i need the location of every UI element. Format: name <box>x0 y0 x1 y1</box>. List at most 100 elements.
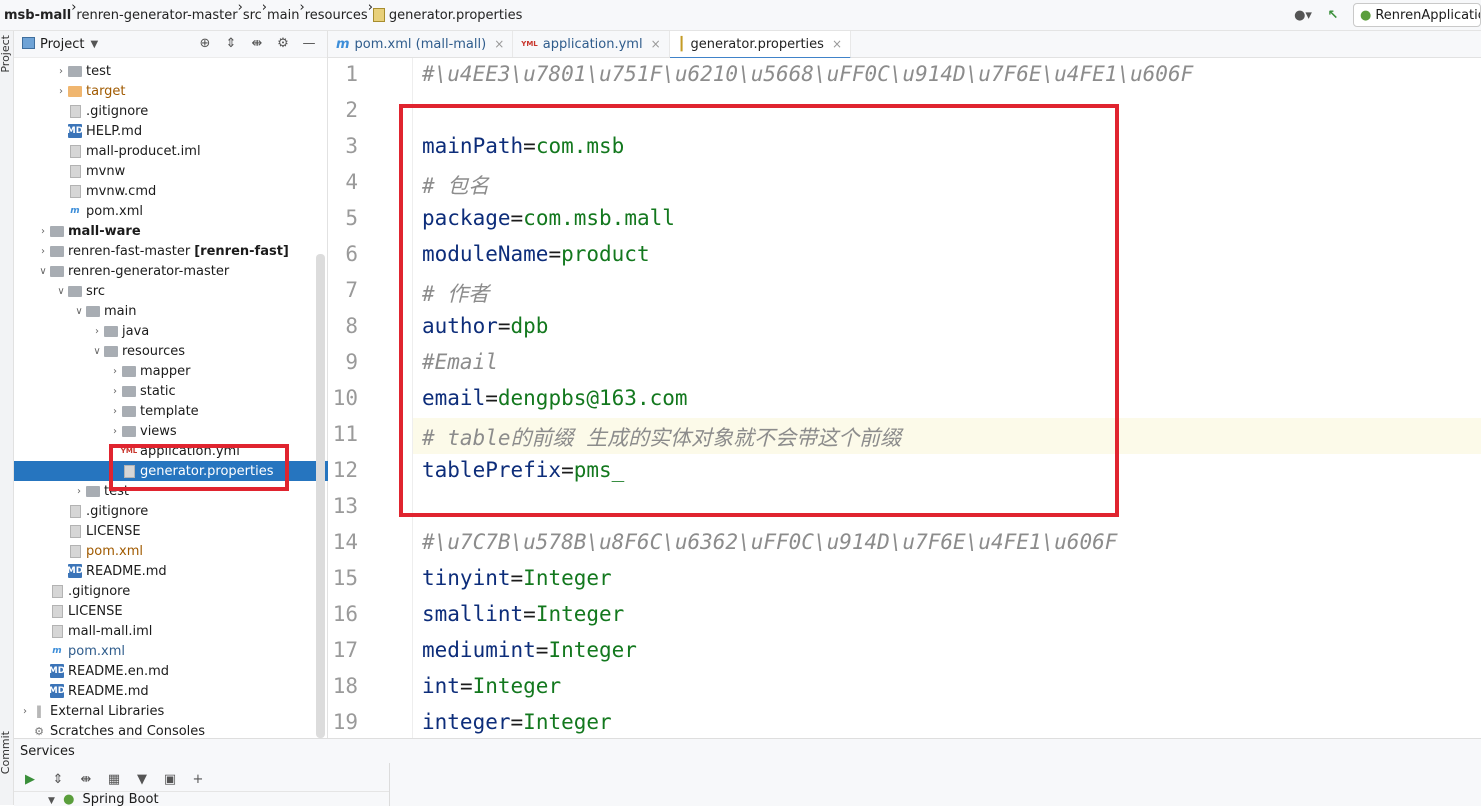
chevron-down-icon[interactable]: ∨ <box>36 266 50 277</box>
tree-item[interactable]: MD README.md <box>14 681 349 701</box>
annotation-box-project <box>109 444 289 491</box>
editor-tab[interactable]: m pom.xml (mall-mall) × <box>328 31 514 57</box>
tree-item-label: LICENSE <box>68 603 123 619</box>
chevron-down-icon[interactable]: ∨ <box>54 286 68 297</box>
expand-icon[interactable]: ⇕ <box>48 769 68 789</box>
collapse-icon[interactable]: ⇼ <box>76 769 96 789</box>
chevron-down-icon[interactable]: ▼ <box>90 39 98 50</box>
user-icon[interactable]: ●▾ <box>1291 3 1315 27</box>
folder-icon <box>50 224 64 238</box>
tree-item[interactable]: pom.xml <box>14 541 367 561</box>
gear-icon[interactable]: ⚙ <box>273 33 293 53</box>
hide-icon[interactable]: — <box>299 33 319 53</box>
tree-item[interactable]: mvnw <box>14 161 367 181</box>
code-line: int=Integer <box>422 674 561 698</box>
code-token: smallint <box>422 602 524 626</box>
code-token: Integer <box>523 566 612 590</box>
project-panel-title[interactable]: Project <box>40 37 84 52</box>
run-icon[interactable]: ▶ <box>20 769 40 789</box>
chevron-right-icon[interactable]: › <box>108 386 122 397</box>
close-icon[interactable]: × <box>494 37 504 51</box>
properties-file-icon: ┃ <box>677 36 686 52</box>
chevron-right-icon[interactable]: › <box>72 486 86 497</box>
tree-item[interactable]: › target <box>14 81 367 101</box>
commit-tool-button[interactable]: Commit <box>0 731 12 774</box>
tree-item-label: renren-fast-master <box>68 243 191 259</box>
tree-item-label: .gitignore <box>86 103 149 119</box>
tree-item[interactable]: m pom.xml <box>14 201 367 221</box>
chevron-right-icon[interactable]: › <box>54 86 68 97</box>
tree-item[interactable]: › ‖ External Libraries <box>14 701 331 721</box>
build-hammer-icon[interactable]: ↖ <box>1321 3 1345 27</box>
chevron-right-icon[interactable]: › <box>18 706 32 717</box>
breadcrumb-label: renren-generator-master <box>76 7 238 23</box>
chevron-down-icon[interactable]: ∨ <box>90 346 104 357</box>
toolbar-right: ●▾ ↖ ● RenrenApplicatio <box>1291 0 1481 30</box>
code-editor[interactable]: #\u4EE3\u7801\u751F\u6210\u5668\uFF0C\u9… <box>399 58 1481 738</box>
tree-item[interactable]: › test <box>14 61 367 81</box>
breadcrumb-item[interactable]: src <box>243 0 262 30</box>
tree-item[interactable]: › mall-ware <box>14 221 349 241</box>
close-icon[interactable]: × <box>651 37 661 51</box>
breadcrumb-item[interactable]: generator.properties <box>372 0 522 30</box>
add-icon[interactable]: + <box>188 769 208 789</box>
chevron-right-icon[interactable]: › <box>36 246 50 257</box>
editor-tab[interactable]: ┃ generator.properties × <box>669 31 852 59</box>
filter-icon[interactable]: ▼ <box>132 769 152 789</box>
tree-item[interactable]: LICENSE <box>14 601 349 621</box>
tree-item[interactable]: MD HELP.md <box>14 121 367 141</box>
tree-item[interactable]: ∨ src <box>14 281 367 301</box>
tree-item[interactable]: mvnw.cmd <box>14 181 367 201</box>
tree-item[interactable]: › renren-fast-master [renren-fast] <box>14 241 349 261</box>
code-token: pms_ <box>573 458 625 482</box>
collapse-all-icon[interactable]: ⇼ <box>247 33 267 53</box>
chevron-down-icon[interactable]: ∨ <box>72 306 86 317</box>
locate-icon[interactable]: ⊕ <box>195 33 215 53</box>
left-tool-strip: Project Commit <box>0 31 14 805</box>
breadcrumb-item[interactable]: msb-mall <box>0 0 71 30</box>
line-number: 8 <box>345 314 358 338</box>
line-number: 17 <box>332 638 358 662</box>
tree-item[interactable]: .gitignore <box>14 101 367 121</box>
tree-item-label: HELP.md <box>86 123 143 139</box>
tree-item[interactable]: mall-producet.iml <box>14 141 367 161</box>
tree-item[interactable]: MD README.en.md <box>14 661 349 681</box>
group-icon[interactable]: ▦ <box>104 769 124 789</box>
breadcrumb-item[interactable]: renren-generator-master <box>76 0 237 30</box>
chevron-right-icon[interactable]: › <box>108 406 122 417</box>
folder-icon <box>50 264 64 278</box>
chevron-right-icon[interactable]: › <box>108 426 122 437</box>
tree-item[interactable]: .gitignore <box>14 501 367 521</box>
layout-icon[interactable]: ▣ <box>160 769 180 789</box>
file-icon <box>68 524 82 538</box>
editor-tab[interactable]: YML application.yml × <box>513 31 670 57</box>
tree-item[interactable]: .gitignore <box>14 581 349 601</box>
code-token: #\u7C7B\u578B\u8F6C\u6362\uFF0C\u914D\u7… <box>422 530 1118 554</box>
chevron-right-icon[interactable]: › <box>90 326 104 337</box>
project-scrollbar[interactable] <box>316 254 325 738</box>
tree-item[interactable]: LICENSE <box>14 521 367 541</box>
line-number: 14 <box>332 530 358 554</box>
code-line: #Email <box>422 350 498 374</box>
services-panel: Services ▶ ⇕ ⇼ ▦ ▼ ▣ + ▼ ● Spring Boot <box>14 738 1481 807</box>
run-configuration-select[interactable]: ● RenrenApplicatio <box>1353 3 1481 27</box>
close-icon[interactable]: × <box>832 37 842 51</box>
project-tool-button[interactable]: Project <box>0 35 12 73</box>
tree-item[interactable]: m pom.xml <box>14 641 349 661</box>
tree-item[interactable]: ∨ renren-generator-master <box>14 261 349 281</box>
tree-item[interactable]: MD README.md <box>14 561 367 581</box>
chevron-right-icon[interactable]: › <box>54 66 68 77</box>
code-token: Integer <box>548 638 637 662</box>
code-token: = <box>523 602 536 626</box>
code-token: = <box>510 566 524 590</box>
breadcrumb-item[interactable]: main <box>267 0 299 30</box>
expand-all-icon[interactable]: ⇕ <box>221 33 241 53</box>
breadcrumb-item[interactable]: resources <box>305 0 368 30</box>
chevron-right-icon[interactable]: › <box>108 366 122 377</box>
tree-item-label: pom.xml <box>86 543 143 559</box>
code-token: package <box>422 206 511 230</box>
tree-item[interactable]: mall-mall.iml <box>14 621 349 641</box>
markdown-icon: MD <box>66 564 84 578</box>
services-divider <box>389 763 390 806</box>
chevron-right-icon[interactable]: › <box>36 226 50 237</box>
